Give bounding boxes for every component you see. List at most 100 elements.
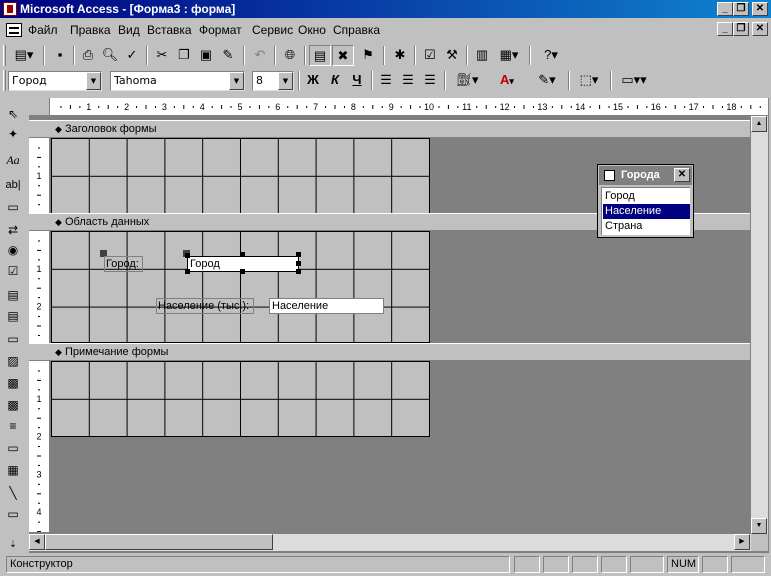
menu-edit[interactable]: Правка xyxy=(70,23,111,37)
option-button-icon[interactable]: ◉ xyxy=(3,240,23,260)
ruler-tick xyxy=(514,106,516,108)
align-left-icon[interactable]: ☰ xyxy=(375,70,397,91)
ruler-tick xyxy=(38,483,40,485)
option-group-icon[interactable]: ▭ xyxy=(3,197,23,217)
properties-icon[interactable]: ☑ xyxy=(419,45,441,66)
ruler-label: 16 xyxy=(651,102,661,112)
rectangle-tool-icon[interactable]: ▭ xyxy=(3,504,23,524)
fill-color-icon[interactable]: ⛽︎▾ xyxy=(450,70,484,91)
align-right-icon[interactable]: ☰ xyxy=(419,70,441,91)
field-list-close-button[interactable]: ✕ xyxy=(674,168,690,182)
form-selector[interactable] xyxy=(29,98,50,116)
form-footer-bar[interactable]: ◆ Примечание формы xyxy=(29,343,750,361)
ruler-tick xyxy=(37,531,41,532)
select-objects-icon[interactable]: ⇖ xyxy=(3,104,23,124)
close-button[interactable]: ✕ xyxy=(752,2,768,16)
toggle-button-icon[interactable]: ⇄ xyxy=(3,220,23,240)
italic-button[interactable]: К xyxy=(324,70,346,91)
textbox-tool-icon[interactable]: ab| xyxy=(3,175,23,195)
bold-button[interactable]: Ж xyxy=(302,70,324,91)
scroll-up-button[interactable]: ▲ xyxy=(751,116,767,132)
form-doc-icon[interactable] xyxy=(6,23,22,37)
ruler-tick xyxy=(211,106,213,108)
field-list-window[interactable]: Города ✕ Город Население Страна xyxy=(597,164,694,238)
access-app-icon[interactable] xyxy=(3,2,17,16)
field-item-country[interactable]: Страна xyxy=(603,219,690,234)
label-tool-icon[interactable]: Aa xyxy=(3,150,23,170)
ruler-tick xyxy=(627,106,629,108)
scroll-right-button[interactable]: ▶ xyxy=(734,534,750,550)
scroll-down-button[interactable]: ▼ xyxy=(751,518,767,534)
field-item-population[interactable]: Население xyxy=(603,204,690,219)
population-textbox[interactable]: Население xyxy=(269,298,384,314)
font-color-icon[interactable]: A▾ xyxy=(490,70,524,91)
cut-icon[interactable]: ✂ xyxy=(151,45,173,66)
image-tool-icon[interactable]: ▨ xyxy=(3,351,23,371)
ruler-tick xyxy=(37,249,41,251)
autoformat-icon[interactable]: ⚑ xyxy=(357,45,379,66)
population-label[interactable]: Население (тыс.): xyxy=(156,298,254,314)
menu-view[interactable]: Вид xyxy=(118,23,140,37)
font-combo[interactable]: Tahoma ▼ xyxy=(110,71,245,91)
menu-tools[interactable]: Сервис xyxy=(252,23,293,37)
object-combo[interactable]: Город ▼ xyxy=(8,71,102,91)
doc-close-button[interactable]: ✕ xyxy=(752,22,768,36)
more-controls-icon[interactable]: ⇣ xyxy=(3,534,23,554)
print-preview-icon[interactable]: 🔍︎ xyxy=(99,45,121,66)
ruler-tick xyxy=(38,297,40,299)
field-list-icon[interactable]: ▤ xyxy=(309,45,331,66)
save-icon[interactable]: ▪ xyxy=(49,45,71,66)
line-color-icon[interactable]: ✎▾ xyxy=(530,70,564,91)
font-size-combo[interactable]: 8 ▼ xyxy=(252,71,294,91)
control-wizards-icon[interactable]: ✦ xyxy=(3,124,23,144)
city-label[interactable]: Город: xyxy=(104,256,143,272)
line-width-icon[interactable]: ⬚▾ xyxy=(572,70,606,91)
horizontal-scrollbar[interactable]: ◀ ▶ xyxy=(29,534,751,551)
horizontal-scroll-thumb[interactable] xyxy=(45,534,273,550)
command-button-icon[interactable]: ▭ xyxy=(3,329,23,349)
line-tool-icon[interactable]: ╲ xyxy=(3,483,23,503)
bound-frame-icon[interactable]: ▩ xyxy=(3,395,23,415)
restore-button[interactable]: ❐ xyxy=(733,2,749,16)
form-header-bar[interactable]: ◆ Заголовок формы xyxy=(29,120,750,138)
undo-icon[interactable]: ↶ xyxy=(249,45,271,66)
page-break-icon[interactable]: ≡ xyxy=(3,416,23,436)
tab-control-icon[interactable]: ▭ xyxy=(3,438,23,458)
hyperlink-icon[interactable]: 🌐︎ xyxy=(279,45,301,66)
menu-file[interactable]: Файл xyxy=(28,23,58,37)
menu-insert[interactable]: Вставка xyxy=(147,23,192,37)
menu-help[interactable]: Справка xyxy=(333,23,380,37)
doc-restore-button[interactable]: ❐ xyxy=(733,22,749,36)
spelling-icon[interactable]: ✓ xyxy=(121,45,143,66)
new-object-icon[interactable]: ▦▾ xyxy=(493,45,525,66)
scroll-left-button[interactable]: ◀ xyxy=(29,534,45,550)
paste-icon[interactable]: ▣ xyxy=(195,45,217,66)
help-icon[interactable]: ?▾ xyxy=(535,45,567,66)
doc-minimize-button[interactable]: _ xyxy=(717,22,733,36)
form-header-grid[interactable] xyxy=(51,138,430,214)
code-icon[interactable]: ✱ xyxy=(389,45,411,66)
print-icon[interactable]: ⎙ xyxy=(77,45,99,66)
copy-icon[interactable]: ❐ xyxy=(173,45,195,66)
build-icon[interactable]: ⚒ xyxy=(441,45,463,66)
format-painter-icon[interactable]: ✎ xyxy=(217,45,239,66)
status-bar: Конструктор NUM xyxy=(0,553,771,576)
menu-format[interactable]: Формат xyxy=(199,23,242,37)
checkbox-tool-icon[interactable]: ☑ xyxy=(3,261,23,281)
subform-icon[interactable]: ▦ xyxy=(3,460,23,480)
special-effect-icon[interactable]: ▭▾▾ xyxy=(614,70,654,91)
combo-box-icon[interactable]: ▤ xyxy=(3,285,23,305)
view-button[interactable]: ▤▾ xyxy=(9,45,39,66)
menu-window[interactable]: Окно xyxy=(298,23,326,37)
minimize-button[interactable]: _ xyxy=(717,2,733,16)
list-box-icon[interactable]: ▤ xyxy=(3,306,23,326)
vertical-scrollbar[interactable]: ▲ ▼ xyxy=(751,116,768,534)
detail-grid[interactable]: Город: Город Население (тыс.): Население xyxy=(51,231,430,343)
form-footer-grid[interactable] xyxy=(51,361,430,437)
toolbox-icon[interactable]: ✖ xyxy=(332,45,354,66)
field-item-city[interactable]: Город xyxy=(603,189,690,204)
database-window-icon[interactable]: ▥ xyxy=(471,45,493,66)
unbound-frame-icon[interactable]: ▩ xyxy=(3,373,23,393)
align-center-icon[interactable]: ☰ xyxy=(397,70,419,91)
underline-button[interactable]: Ч xyxy=(346,70,368,91)
